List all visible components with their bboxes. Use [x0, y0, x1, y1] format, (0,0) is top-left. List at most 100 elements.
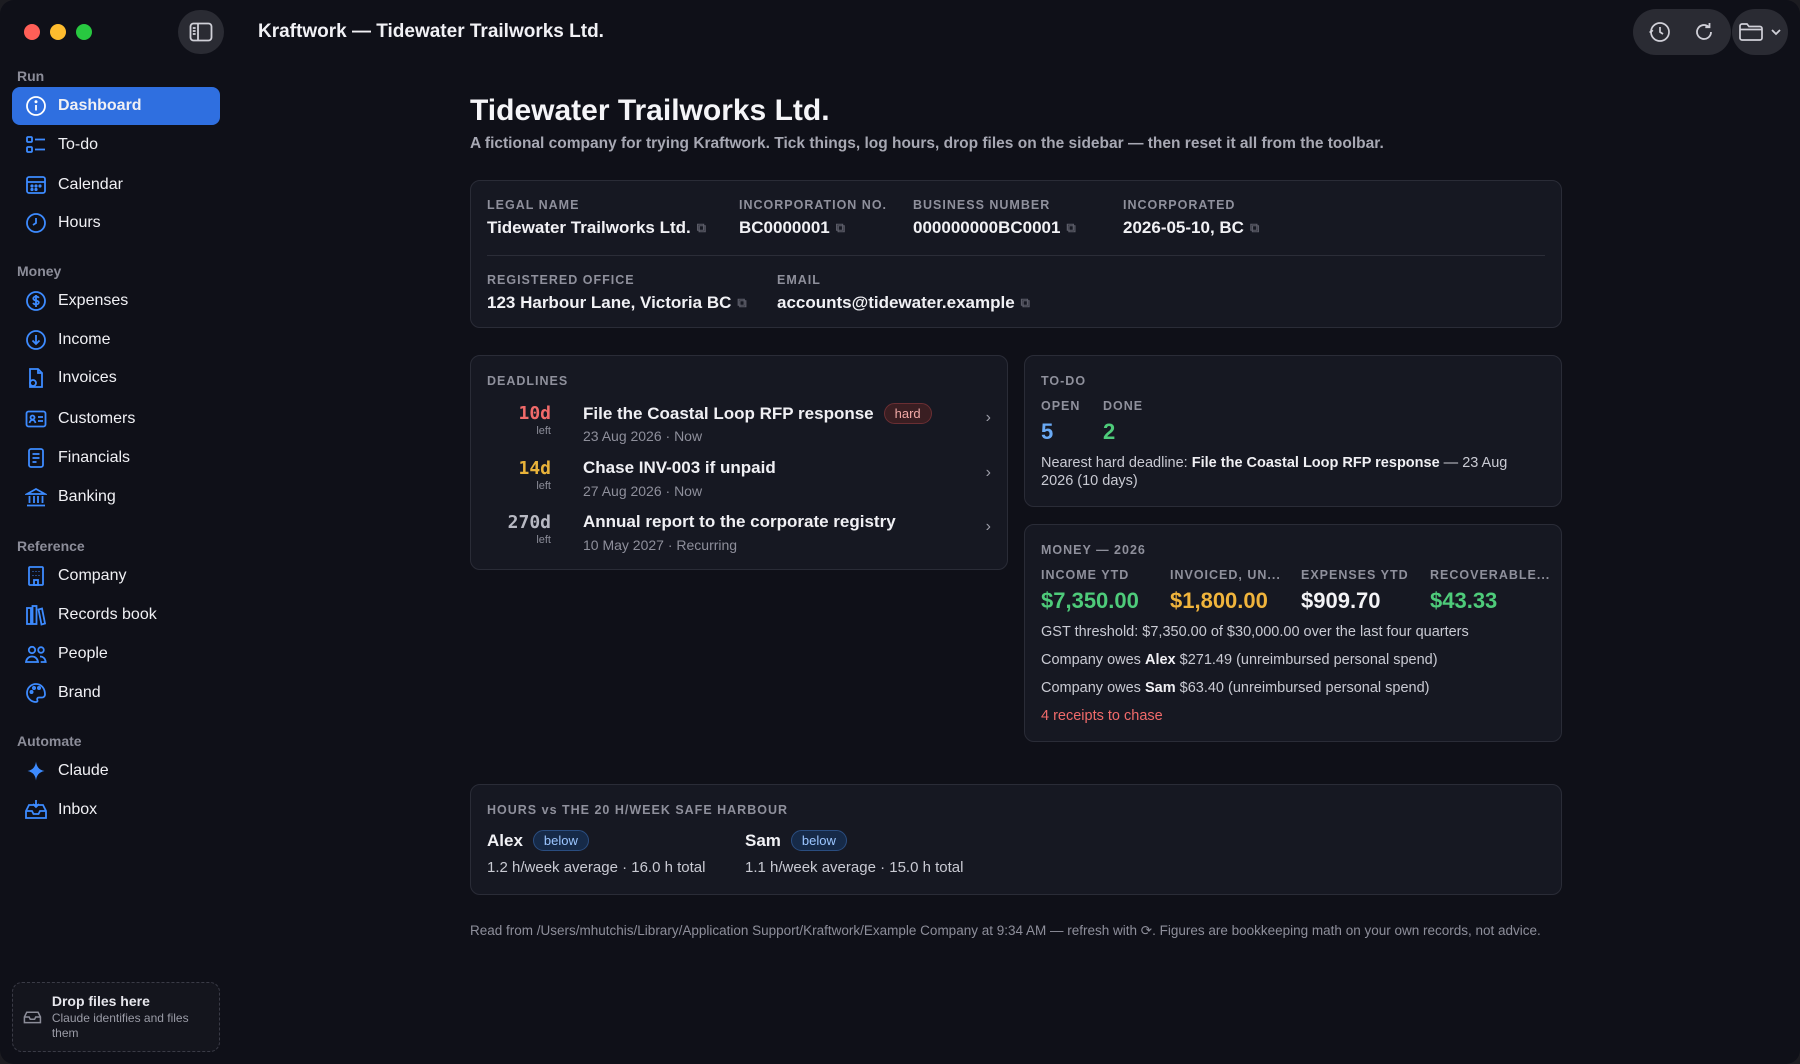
deadline-title: Annual report to the corporate registry: [583, 512, 896, 531]
person-name: Sam: [1144, 680, 1176, 696]
deadline-days-left: 14d: [518, 458, 551, 479]
sidebar-item-expenses[interactable]: Expenses: [12, 282, 220, 320]
sidebar: Run Dashboard To-do Calendar Hours Money…: [0, 60, 232, 1064]
person-name: Alex: [1144, 652, 1176, 668]
document-icon: [24, 366, 48, 390]
copy-icon[interactable]: ⧉: [1066, 220, 1075, 236]
sidebar-item-people[interactable]: People: [12, 635, 220, 673]
calendar-icon: [24, 173, 48, 197]
registered-office-value: 123 Harbour Lane, Victoria BC: [487, 293, 732, 312]
chevron-right-icon: ›: [985, 464, 991, 481]
invoiced-unpaid-stat: INVOICED, UN... $1,800.00: [1170, 568, 1281, 614]
hours-person-sam: Sam below 1.1 h/week average · 15.0 h to…: [745, 830, 963, 876]
ledger-icon: [24, 446, 48, 470]
reset-button[interactable]: [1641, 13, 1679, 51]
file-dropzone[interactable]: Drop files here Claude identifies and fi…: [12, 982, 220, 1052]
sidebar-item-brand[interactable]: Brand: [12, 674, 220, 712]
sidebar-item-invoices[interactable]: Invoices: [12, 359, 220, 397]
expenses-ytd-stat: EXPENSES YTD $909.70: [1301, 568, 1409, 614]
owes-detail: $271.49 (unreimbursed personal spend): [1175, 652, 1438, 668]
copy-icon[interactable]: ⧉: [1250, 220, 1259, 236]
clock-icon: [24, 211, 48, 235]
arrow-down-circle-icon: [24, 328, 48, 352]
sparkle-icon: [24, 759, 48, 783]
hours-summary: 1.2 h/week average · 16.0 h total: [487, 859, 706, 876]
todo-done-count: 2: [1103, 419, 1116, 444]
info-icon: [24, 94, 48, 118]
person-name: Alex: [487, 830, 523, 850]
sidebar-toggle-button[interactable]: [178, 10, 224, 54]
sidebar-item-inbox[interactable]: Inbox: [12, 791, 220, 829]
window-controls: [24, 24, 92, 40]
sidebar-item-financials[interactable]: Financials: [12, 439, 220, 477]
stat-label: EXPENSES YTD: [1301, 568, 1409, 582]
below-badge: below: [532, 830, 589, 851]
sidebar-item-label: Claude: [58, 762, 109, 779]
sidebar-section-money: Money: [17, 263, 62, 279]
sidebar-item-label: Inbox: [58, 801, 98, 818]
sidebar-item-claude[interactable]: Claude: [12, 752, 220, 790]
zoom-window-button[interactable]: [76, 24, 92, 40]
nearest-title: File the Coastal Loop RFP response: [1191, 455, 1440, 471]
receipts-to-chase-link[interactable]: 4 receipts to chase: [1041, 708, 1163, 724]
sidebar-item-label: Financials: [58, 449, 131, 466]
chevron-down-icon: [1771, 29, 1781, 36]
owes-prefix: Company owes: [1041, 680, 1145, 696]
deadline-left-word: left: [536, 534, 551, 546]
invoiced-unpaid-value: $1,800.00: [1170, 588, 1268, 613]
sidebar-item-customers[interactable]: Customers: [12, 400, 220, 438]
copy-icon[interactable]: ⧉: [1021, 295, 1030, 311]
refresh-button[interactable]: [1685, 13, 1723, 51]
stat-label: RECOVERABLE...: [1430, 568, 1551, 582]
copy-icon[interactable]: ⧉: [737, 295, 746, 311]
dropzone-title: Drop files here: [51, 993, 150, 1009]
business-number-field: BUSINESS NUMBER 000000000BC0001 ⧉: [913, 198, 1076, 238]
deadline-row[interactable]: 10d left File the Coastal Loop RFP respo…: [487, 403, 991, 455]
sidebar-section-run: Run: [17, 68, 45, 84]
recoverable-value: $43.33: [1430, 588, 1498, 613]
field-label: EMAIL: [777, 273, 821, 287]
folder-menu-button[interactable]: [1732, 9, 1788, 55]
close-window-button[interactable]: [24, 24, 40, 40]
nearest-prefix: Nearest hard deadline:: [1041, 455, 1192, 471]
field-label: INCORPORATED: [1123, 198, 1236, 212]
sidebar-item-company[interactable]: Company: [12, 557, 220, 595]
email-value: accounts@tidewater.example: [777, 293, 1015, 312]
palette-icon: [24, 681, 48, 705]
sidebar-item-records-book[interactable]: Records book: [12, 596, 220, 634]
below-badge: below: [790, 830, 847, 851]
sidebar-item-todo[interactable]: To-do: [12, 126, 220, 164]
income-ytd-value: $7,350.00: [1041, 588, 1139, 613]
chevron-right-icon: ›: [985, 518, 991, 535]
bank-icon: [24, 485, 48, 509]
copy-icon[interactable]: ⧉: [697, 220, 706, 236]
sidebar-item-label: Invoices: [58, 369, 117, 386]
deadline-meta: 10 May 2027 · Recurring: [583, 537, 738, 553]
deadline-row[interactable]: 270d left Annual report to the corporate…: [487, 512, 991, 564]
deadline-row[interactable]: 14d left Chase INV-003 if unpaid 27 Aug …: [487, 458, 991, 510]
sidebar-item-calendar[interactable]: Calendar: [12, 166, 220, 204]
company-info-card: LEGAL NAME Tidewater Trailworks Ltd. ⧉ IN…: [470, 180, 1562, 328]
todo-open-stat: OPEN 5: [1041, 399, 1080, 445]
gst-threshold-line: GST threshold: $7,350.00 of $30,000.00 o…: [1041, 624, 1469, 640]
stat-label: OPEN: [1041, 399, 1081, 413]
folder-icon: [1739, 23, 1763, 41]
sidebar-item-dashboard[interactable]: Dashboard: [12, 87, 220, 125]
minimize-window-button[interactable]: [50, 24, 66, 40]
sidebar-item-income[interactable]: Income: [12, 321, 220, 359]
todo-card[interactable]: TO-DO OPEN 5 DONE 2 Nearest hard deadlin…: [1024, 355, 1562, 507]
sidebar-item-label: To-do: [58, 136, 99, 153]
sidebar-item-label: Company: [58, 567, 127, 584]
dollar-icon: [24, 289, 48, 313]
history-icon: [1649, 22, 1670, 42]
sidebar-item-label: Expenses: [58, 292, 129, 309]
sidebar-item-banking[interactable]: Banking: [12, 478, 220, 516]
sidebar-item-hours[interactable]: Hours: [12, 204, 220, 242]
incorporated-field: INCORPORATED 2026-05-10, BC ⧉: [1123, 198, 1259, 238]
contact-card-icon: [24, 407, 48, 431]
sidebar-item-label: People: [58, 645, 108, 662]
field-label: BUSINESS NUMBER: [913, 198, 1051, 212]
sidebar-section-automate: Automate: [17, 733, 82, 749]
building-icon: [24, 564, 48, 588]
copy-icon[interactable]: ⧉: [836, 220, 845, 236]
